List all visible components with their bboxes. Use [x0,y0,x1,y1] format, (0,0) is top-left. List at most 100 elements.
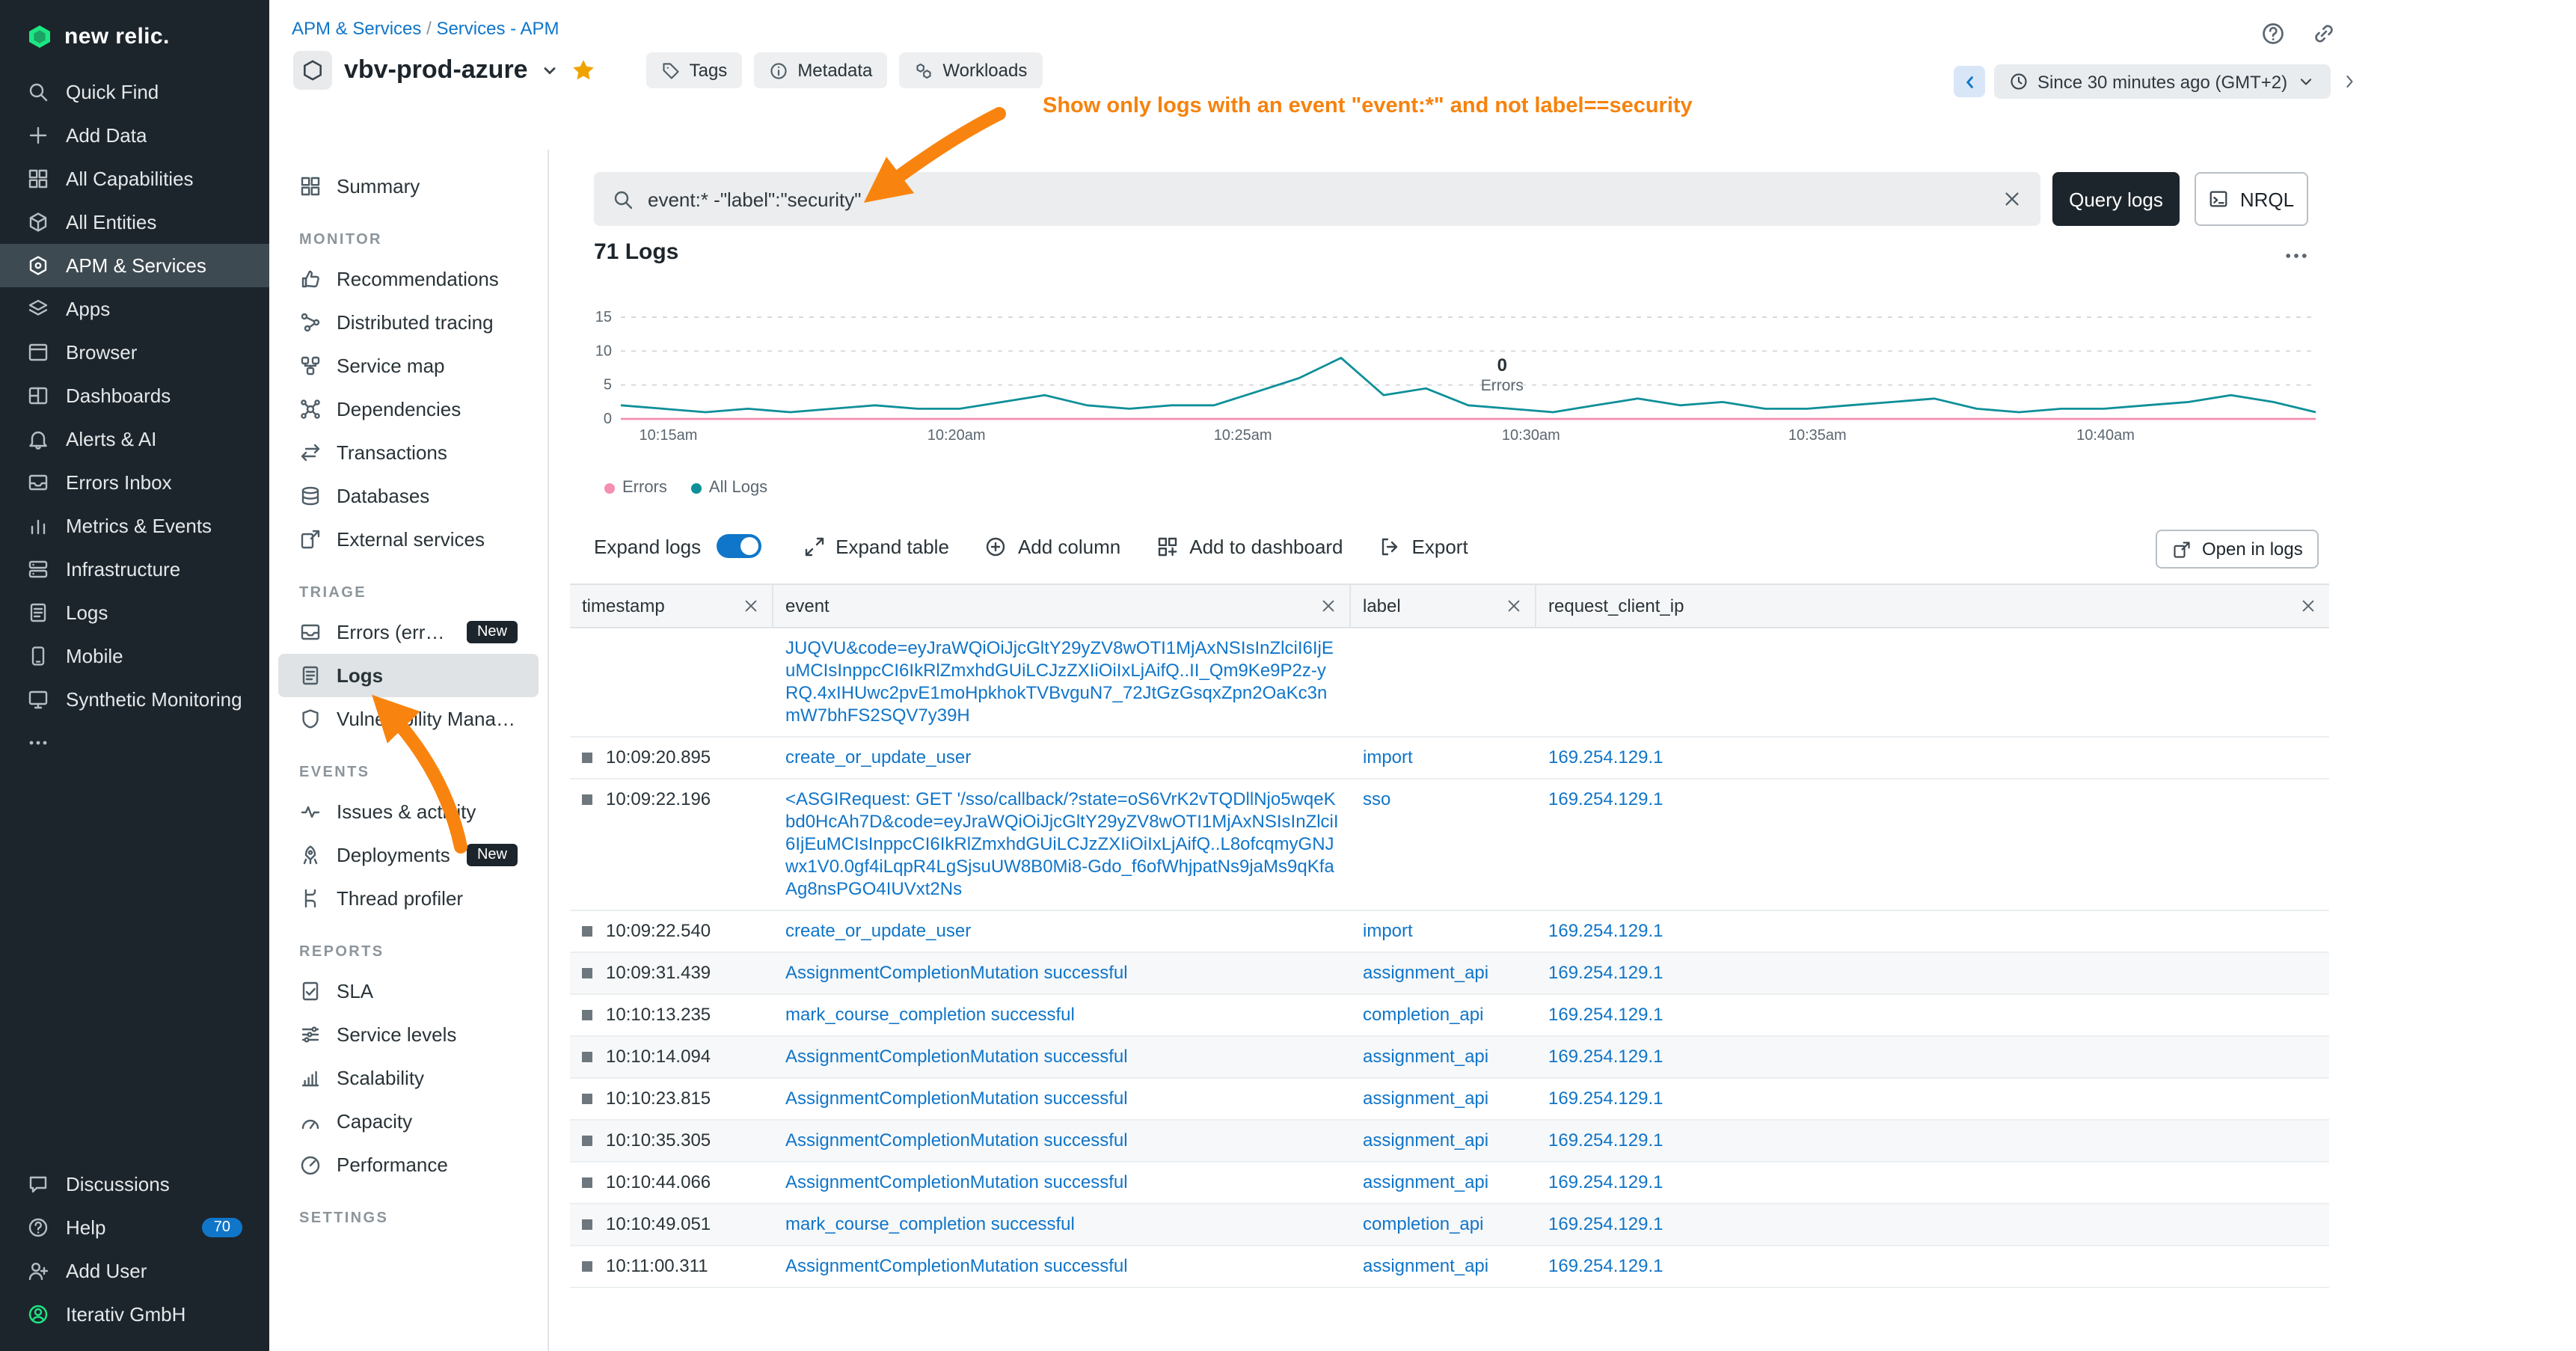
entity-nav-item-performance[interactable]: Performance [278,1143,539,1186]
entity-nav-item-dependencies[interactable]: Dependencies [278,387,539,431]
cell-ip-link[interactable]: 169.254.129.1 [1548,1046,1663,1067]
nrql-button[interactable]: NRQL [2195,172,2308,226]
table-row[interactable]: 10:09:20.895create_or_update_userimport1… [570,738,2329,779]
cell-label-link[interactable]: completion_api [1363,1004,1483,1025]
cell-ip-link[interactable]: 169.254.129.1 [1548,1004,1663,1025]
table-row[interactable]: 10:10:13.235mark_course_completion succe… [570,995,2329,1037]
cell-ip-link[interactable]: 169.254.129.1 [1548,788,1663,809]
sidebar-item-alerts-ai[interactable]: Alerts & AI [0,417,269,461]
entity-nav-item-errors-inbox[interactable]: Errors (errors inb...New [278,610,539,654]
sidebar-item-metrics-events[interactable]: Metrics & Events [0,504,269,548]
cell-ip-link[interactable]: 169.254.129.1 [1548,1255,1663,1276]
cell-event-link[interactable]: JUQVU&code=eyJraWQiOiJjcGltY29yZV8wOTI1M… [785,637,1334,726]
table-row[interactable]: 10:10:35.305AssignmentCompletionMutation… [570,1121,2329,1162]
entity-nav-item-transactions[interactable]: Transactions [278,431,539,474]
sidebar-item-all-capabilities[interactable]: All Capabilities [0,157,269,200]
cell-event-link[interactable]: <ASGIRequest: GET '/sso/callback/?state=… [785,788,1339,899]
time-forward-button[interactable] [2340,72,2359,91]
cell-label-link[interactable]: assignment_api [1363,1171,1488,1192]
entity-nav-item-vulnerability-management[interactable]: Vulnerability Management [278,697,539,741]
cell-event-link[interactable]: mark_course_completion successful [785,1213,1075,1234]
chart-menu-ellipsis-icon[interactable] [2283,242,2310,269]
cell-ip-link[interactable]: 169.254.129.1 [1548,1213,1663,1234]
table-row[interactable]: 10:10:44.066AssignmentCompletionMutation… [570,1162,2329,1204]
cell-ip-link[interactable]: 169.254.129.1 [1548,962,1663,983]
entity-nav-item-scalability[interactable]: Scalability [278,1056,539,1100]
entity-nav-item-recommendations[interactable]: Recommendations [278,257,539,301]
legend-item-errors[interactable]: Errors [604,479,667,497]
entity-nav-item-logs[interactable]: Logs [278,654,539,697]
expand-table-button[interactable]: Expand table [803,535,949,557]
cell-event-link[interactable]: create_or_update_user [785,747,971,768]
table-row[interactable]: 10:10:49.051mark_course_completion succe… [570,1204,2329,1246]
favorite-star-icon[interactable] [571,58,595,82]
cell-ip-link[interactable]: 169.254.129.1 [1548,1088,1663,1109]
permalink-icon[interactable] [2311,21,2337,46]
table-row[interactable]: 10:10:14.094AssignmentCompletionMutation… [570,1037,2329,1079]
entity-nav-item-thread-profiler[interactable]: Thread profiler [278,877,539,920]
table-row[interactable]: 10:11:00.311AssignmentCompletionMutation… [570,1246,2329,1288]
sidebar-item-mobile[interactable]: Mobile [0,634,269,678]
sidebar-item-apm-services[interactable]: APM & Services [0,244,269,287]
cell-ip-link[interactable]: 169.254.129.1 [1548,1171,1663,1192]
cell-label-link[interactable]: assignment_api [1363,962,1488,983]
entity-nav-item-databases[interactable]: Databases [278,474,539,518]
entity-nav-item-service-levels[interactable]: Service levels [278,1013,539,1056]
sidebar-item-add-user[interactable]: Add User [0,1249,269,1293]
column-close-icon[interactable] [1505,597,1523,615]
sidebar-item-all-entities[interactable]: All Entities [0,200,269,244]
sidebar-item-browser[interactable]: Browser [0,331,269,374]
column-header-timestamp[interactable]: timestamp [570,585,773,627]
table-row[interactable]: JUQVU&code=eyJraWQiOiJjcGltY29yZV8wOTI1M… [570,628,2329,738]
entity-nav-item-sla[interactable]: SLA [278,969,539,1013]
column-header-request_client_ip[interactable]: request_client_ip [1536,585,2329,627]
export-button[interactable]: Export [1379,535,1468,557]
cell-ip-link[interactable]: 169.254.129.1 [1548,1130,1663,1151]
table-row[interactable]: 10:09:22.540create_or_update_userimport1… [570,911,2329,953]
entity-nav-item-issues-activity[interactable]: Issues & activity [278,790,539,833]
sidebar-item-more[interactable] [0,721,269,765]
cell-label-link[interactable]: assignment_api [1363,1255,1488,1276]
entity-nav-item-service-map[interactable]: Service map [278,344,539,387]
table-row[interactable]: 10:09:22.196<ASGIRequest: GET '/sso/call… [570,779,2329,911]
breadcrumb-link-apm[interactable]: APM & Services [292,18,421,39]
workloads-button[interactable]: Workloads [899,52,1042,88]
entity-nav-item-deployments[interactable]: DeploymentsNew [278,833,539,877]
entity-nav-item-distributed-tracing[interactable]: Distributed tracing [278,301,539,344]
sidebar-item-errors-inbox[interactable]: Errors Inbox [0,461,269,504]
sidebar-item-add-data[interactable]: Add Data [0,114,269,157]
add-to-dashboard-button[interactable]: Add to dashboard [1156,535,1343,557]
cell-ip-link[interactable]: 169.254.129.1 [1548,920,1663,941]
entity-nav-item-summary[interactable]: Summary [278,165,539,208]
cell-label-link[interactable]: assignment_api [1363,1046,1488,1067]
clear-query-icon[interactable] [2002,189,2023,209]
sidebar-item-apps[interactable]: Apps [0,287,269,331]
cell-event-link[interactable]: AssignmentCompletionMutation successful [785,1046,1128,1067]
cell-event-link[interactable]: AssignmentCompletionMutation successful [785,1088,1128,1109]
cell-event-link[interactable]: AssignmentCompletionMutation successful [785,962,1128,983]
table-row[interactable]: 10:09:31.439AssignmentCompletionMutation… [570,953,2329,995]
entity-nav-item-external-services[interactable]: External services [278,518,539,561]
cell-label-link[interactable]: import [1363,920,1413,941]
sidebar-item-dashboards[interactable]: Dashboards [0,374,269,417]
cell-event-link[interactable]: AssignmentCompletionMutation successful [785,1130,1128,1151]
sidebar-item-discussions[interactable]: Discussions [0,1162,269,1206]
time-range-button[interactable]: Since 30 minutes ago (GMT+2) [1994,64,2331,99]
cell-label-link[interactable]: import [1363,747,1413,768]
open-in-logs-button[interactable]: Open in logs [2156,530,2319,569]
add-column-button[interactable]: Add column [985,535,1120,557]
sidebar-item-logs[interactable]: Logs [0,591,269,634]
cell-label-link[interactable]: assignment_api [1363,1088,1488,1109]
cell-label-link[interactable]: completion_api [1363,1213,1483,1234]
sidebar-item-infrastructure[interactable]: Infrastructure [0,548,269,591]
cell-label-link[interactable]: sso [1363,788,1390,809]
cell-label-link[interactable]: assignment_api [1363,1130,1488,1151]
metadata-button[interactable]: Metadata [754,52,887,88]
sidebar-item-quick-find[interactable]: Quick Find [0,70,269,114]
tags-button[interactable]: Tags [646,52,743,88]
cell-event-link[interactable]: mark_course_completion successful [785,1004,1075,1025]
sidebar-item-synthetic-monitoring[interactable]: Synthetic Monitoring [0,678,269,721]
column-header-event[interactable]: event [773,585,1351,627]
cell-event-link[interactable]: AssignmentCompletionMutation successful [785,1255,1128,1276]
log-query-input[interactable]: event:* -"label":"security" [594,172,2040,226]
